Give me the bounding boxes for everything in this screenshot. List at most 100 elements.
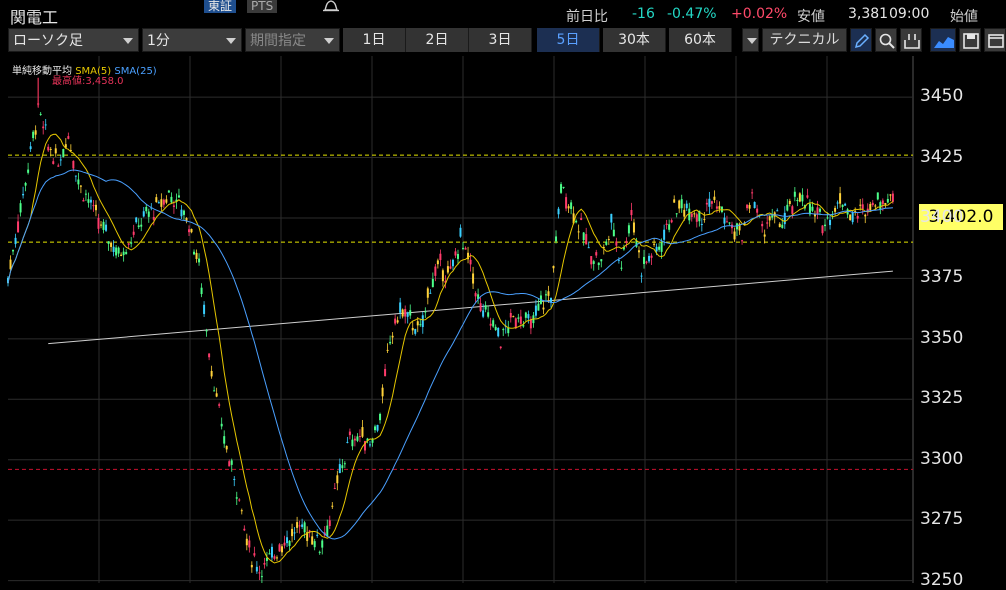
period-60-bars[interactable]: 60本 <box>669 28 732 52</box>
candle-body <box>856 215 859 219</box>
candle-body <box>371 439 374 443</box>
candle-body <box>230 460 233 465</box>
candle-body <box>94 204 97 211</box>
window-icon[interactable] <box>984 28 1006 52</box>
candle-body <box>600 259 603 262</box>
period-30-bars[interactable]: 30本 <box>603 28 666 52</box>
candle-body <box>147 211 150 217</box>
pencil-icon[interactable] <box>850 28 872 52</box>
candle-body <box>700 223 703 225</box>
candle-body <box>494 326 497 330</box>
period-range-select[interactable]: 期間指定 <box>245 28 340 52</box>
candle-body <box>409 310 412 316</box>
candle-body <box>47 146 50 151</box>
candle-body <box>449 266 452 269</box>
candle-body <box>489 323 492 326</box>
candle-body <box>653 243 656 245</box>
candle-body <box>778 223 781 228</box>
candle-body <box>358 436 361 438</box>
save-icon[interactable] <box>959 28 981 52</box>
candle-body <box>509 312 512 318</box>
candle-body <box>821 225 824 234</box>
candle-body <box>522 325 525 327</box>
output-icon[interactable] <box>900 28 922 52</box>
candle-body <box>125 252 128 255</box>
candle-body <box>884 203 887 205</box>
chart-type-select[interactable]: ローソク足 <box>8 28 139 52</box>
candle-body <box>351 439 354 447</box>
period-more-button[interactable] <box>742 28 759 52</box>
market-tab-pts[interactable]: PTS <box>247 0 278 13</box>
candle-body <box>311 536 314 545</box>
candle-body <box>301 524 304 527</box>
candle-body <box>881 200 884 205</box>
interval-select[interactable]: 1分 <box>142 28 242 52</box>
candle-body <box>34 130 37 135</box>
candle-body <box>190 229 193 233</box>
period-2d[interactable]: 2日 <box>406 28 469 52</box>
candle-body <box>781 224 784 228</box>
candle-body <box>854 210 857 212</box>
candle-body <box>472 273 475 284</box>
candle-body <box>205 330 208 332</box>
candle-body <box>761 223 764 227</box>
candle-body <box>117 247 120 254</box>
candle-body <box>97 217 100 229</box>
candle-body <box>49 148 52 150</box>
candle-body <box>512 316 515 318</box>
market-tab-tse[interactable]: 東証 <box>204 0 237 13</box>
zoom-icon[interactable] <box>875 28 897 52</box>
period-3d[interactable]: 3日 <box>469 28 532 52</box>
candle-body <box>434 266 437 276</box>
candle-body <box>462 247 465 249</box>
candle-body <box>660 242 663 252</box>
candle-body <box>597 262 600 266</box>
chevron-down-icon <box>123 38 133 44</box>
candle-body <box>258 572 261 574</box>
candle-body <box>874 205 877 207</box>
candle-body <box>610 213 613 223</box>
candle-body <box>507 327 510 334</box>
candle-body <box>567 206 570 209</box>
change-value: -16 <box>632 6 655 22</box>
candle-body <box>811 206 814 211</box>
candle-body <box>338 464 341 474</box>
candle-body <box>82 200 85 202</box>
candle-body <box>27 169 30 173</box>
price-chart[interactable]: 単純移動平均 SMA(5) SMA(25) 最高値:3,458.0 3,402.… <box>0 56 1006 590</box>
candle-body <box>328 520 331 526</box>
candle-body <box>379 413 382 421</box>
candle-body <box>142 211 145 217</box>
technical-button[interactable]: テクニカル <box>762 28 847 52</box>
candle-body <box>595 252 598 256</box>
candle-body <box>630 210 633 216</box>
candle-body <box>79 185 82 187</box>
period-1d[interactable]: 1日 <box>343 28 406 52</box>
candle-body <box>713 196 716 200</box>
bell-icon[interactable] <box>320 0 342 12</box>
candle-body <box>24 183 27 186</box>
candle-body <box>534 305 537 316</box>
candle-body <box>829 219 832 226</box>
candle-body <box>22 193 25 196</box>
candle-body <box>663 229 666 240</box>
candle-body <box>200 287 203 295</box>
candle-body <box>668 224 671 230</box>
candle-body <box>353 438 356 441</box>
candle-body <box>627 225 630 234</box>
candle-body <box>771 215 774 218</box>
candle-body <box>333 488 336 490</box>
candle-body <box>728 222 731 224</box>
candle-body <box>39 113 42 115</box>
candle-body <box>132 231 135 235</box>
candle-body <box>537 303 540 311</box>
candle-body <box>786 204 789 211</box>
candle-body <box>218 404 221 406</box>
candle-body <box>487 312 490 317</box>
y-tick-label: 3250 <box>920 569 964 590</box>
area-chart-icon[interactable] <box>930 28 956 52</box>
period-5d[interactable]: 5日 <box>537 28 600 52</box>
candle-body <box>112 246 115 252</box>
candle-body <box>177 195 180 198</box>
chart-canvas[interactable] <box>0 56 1006 583</box>
